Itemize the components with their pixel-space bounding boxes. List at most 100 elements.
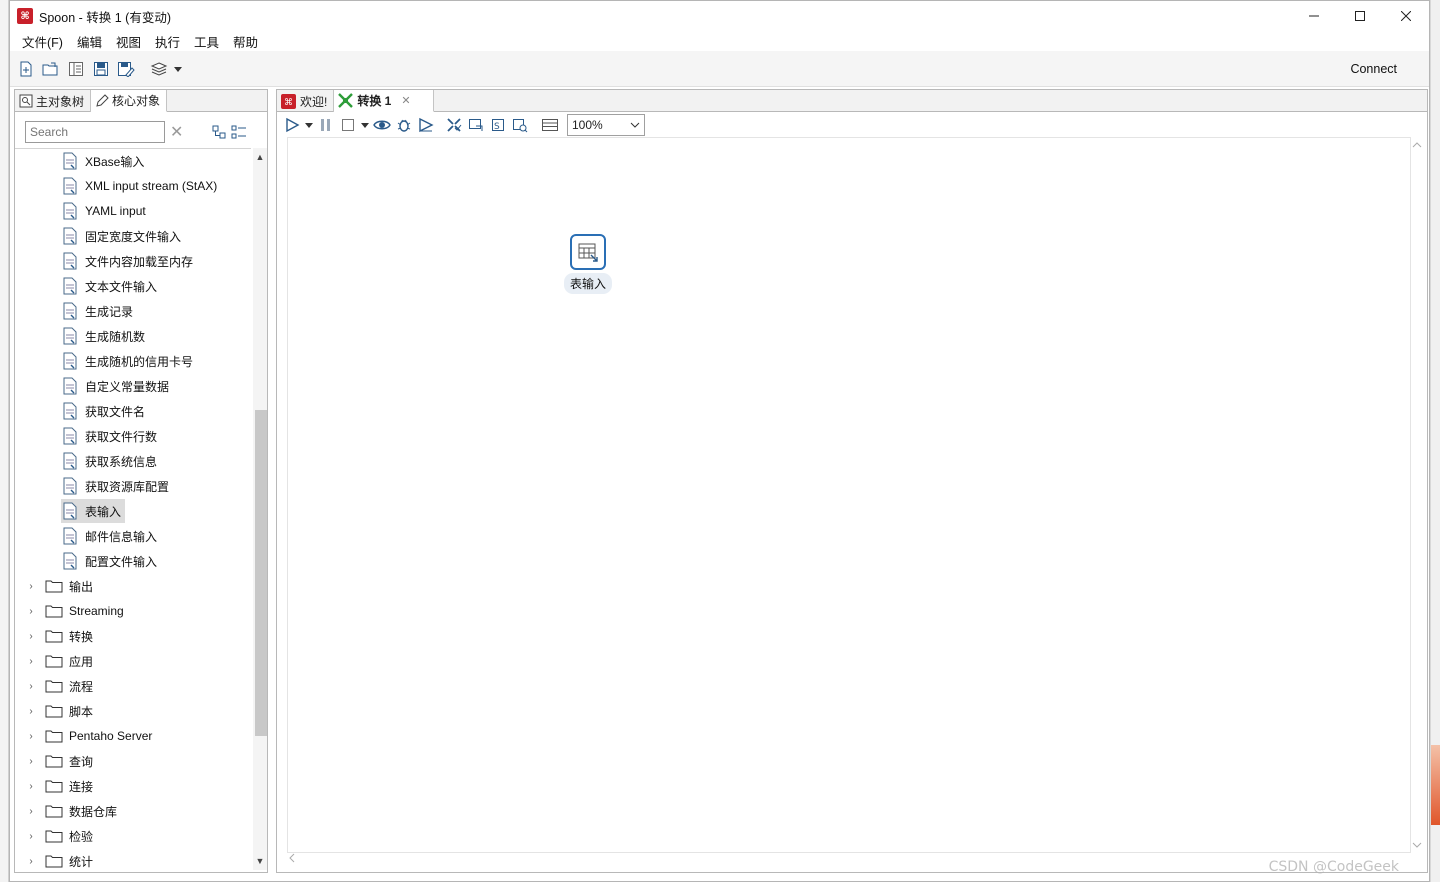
tree-item-step[interactable]: 文件内容加载至内存 [61, 249, 193, 273]
verify-button[interactable] [443, 114, 465, 136]
search-input[interactable] [25, 121, 165, 143]
chevron-right-icon[interactable]: › [25, 681, 37, 692]
canvas-vertical-scrollbar[interactable] [1411, 140, 1423, 850]
tree-item-step[interactable]: 配置文件输入 [61, 549, 157, 573]
minimize-button[interactable] [1291, 1, 1337, 31]
zoom-select[interactable]: 100% [567, 114, 645, 136]
scroll-left-icon[interactable] [287, 852, 297, 864]
tree-item-step[interactable]: 表输入 [61, 499, 126, 523]
explore-repository-button[interactable] [64, 57, 88, 81]
menu-edit[interactable]: 编辑 [70, 32, 109, 51]
step-table-input[interactable]: 表输入 [558, 234, 618, 294]
tree-item-label: 文件内容加载至内存 [85, 254, 194, 269]
tab-main-tree[interactable]: 主对象树 [15, 90, 92, 112]
save-button[interactable] [89, 57, 113, 81]
tree-folder[interactable]: › 查询 [25, 749, 93, 773]
tree-folder[interactable]: › 输出 [25, 574, 93, 598]
tab-core-objects[interactable]: 核心对象 [91, 90, 168, 112]
tree-folder[interactable]: › 检验 [25, 824, 93, 848]
tree-item-step[interactable]: 邮件信息输入 [61, 524, 157, 548]
tree-item-step[interactable]: YAML input [61, 199, 146, 223]
open-file-button[interactable] [39, 57, 63, 81]
scrollbar-thumb[interactable] [255, 410, 267, 736]
transformation-canvas[interactable]: 表输入 [287, 137, 1411, 853]
menu-tools[interactable]: 工具 [187, 32, 226, 51]
tree-folder[interactable]: › Pentaho Server [25, 724, 152, 748]
explore-db-button[interactable] [509, 114, 531, 136]
chevron-right-icon[interactable]: › [25, 606, 37, 617]
stop-options-dropdown[interactable] [359, 114, 371, 136]
run-options-dropdown[interactable] [303, 114, 315, 136]
tree-item-step[interactable]: 固定宽度文件输入 [61, 224, 181, 248]
expand-all-icon[interactable] [211, 124, 227, 140]
preview-button[interactable] [371, 114, 393, 136]
scroll-up-icon[interactable] [1411, 140, 1423, 150]
scroll-down-icon[interactable]: ▼ [253, 854, 267, 868]
tree-folder[interactable]: › 转换 [25, 624, 93, 648]
run-button[interactable] [281, 114, 303, 136]
chevron-right-icon[interactable]: › [25, 856, 37, 867]
folder-icon [45, 654, 63, 668]
collapse-all-icon[interactable] [231, 124, 247, 140]
show-results-button[interactable] [539, 114, 561, 136]
connect-button[interactable]: Connect [1350, 62, 1397, 76]
tree-folder[interactable]: › 连接 [25, 774, 93, 798]
tree-item-step[interactable]: 生成记录 [61, 299, 133, 323]
close-tab-icon[interactable]: ✕ [401, 94, 410, 107]
tree-folder[interactable]: › 流程 [25, 674, 93, 698]
tree-item-step[interactable]: 获取系统信息 [61, 449, 157, 473]
tree-item-step[interactable]: 自定义常量数据 [61, 374, 169, 398]
tree-folder[interactable]: › 统计 [25, 849, 93, 870]
tree-folder[interactable]: › 数据仓库 [25, 799, 117, 823]
tree-item-step[interactable]: 获取文件行数 [61, 424, 157, 448]
tree-item-step[interactable]: XBase输入 [61, 149, 144, 173]
tab-transformation-1[interactable]: 转换 1 ✕ [334, 90, 434, 112]
impact-button[interactable] [465, 114, 487, 136]
main-toolbar: Connect [10, 51, 1429, 87]
tree-item-step[interactable]: 文本文件输入 [61, 274, 157, 298]
sql-button[interactable]: S [487, 114, 509, 136]
new-file-button[interactable] [14, 57, 38, 81]
tree-folder-label: 检验 [69, 829, 94, 844]
tree-folder[interactable]: › 脚本 [25, 699, 93, 723]
chevron-right-icon[interactable]: › [25, 706, 37, 717]
watermark: CSDN @CodeGeek [1268, 859, 1399, 875]
chevron-right-icon[interactable]: › [25, 831, 37, 842]
stop-button[interactable] [337, 114, 359, 136]
pause-button[interactable] [315, 114, 337, 136]
tree-folder[interactable]: › 应用 [25, 649, 93, 673]
chevron-right-icon[interactable]: › [25, 756, 37, 767]
transformation-toolbar: S 100% [277, 113, 1427, 137]
menu-file[interactable]: 文件(F) [15, 32, 70, 51]
folder-icon [45, 729, 63, 743]
close-button[interactable] [1383, 1, 1429, 31]
tree-item-step[interactable]: 获取文件名 [61, 399, 145, 423]
tree-folder[interactable]: › Streaming [25, 599, 123, 623]
menu-help[interactable]: 帮助 [226, 32, 265, 51]
clear-search-icon[interactable]: ✕ [170, 122, 183, 142]
chevron-right-icon[interactable]: › [25, 656, 37, 667]
tree-item-step[interactable]: XML input stream (StAX) [61, 174, 217, 198]
chevron-right-icon[interactable]: › [25, 581, 37, 592]
chevron-right-icon[interactable]: › [25, 731, 37, 742]
scroll-up-icon[interactable]: ▲ [253, 150, 267, 164]
left-panel-scrollbar[interactable]: ▲ ▼ [253, 148, 267, 870]
menu-view[interactable]: 视图 [109, 32, 148, 51]
chevron-right-icon[interactable]: › [25, 631, 37, 642]
chevron-right-icon[interactable]: › [25, 781, 37, 792]
maximize-button[interactable] [1337, 1, 1383, 31]
menu-run[interactable]: 执行 [148, 32, 187, 51]
tab-welcome[interactable]: ⌘ 欢迎! [277, 90, 335, 112]
scroll-down-icon[interactable] [1411, 840, 1423, 850]
perspective-button[interactable] [149, 57, 183, 81]
debug-button[interactable] [393, 114, 415, 136]
text-file-input-icon [61, 277, 79, 295]
save-as-button[interactable] [114, 57, 138, 81]
table-input-icon[interactable] [570, 234, 606, 270]
tree-item-step[interactable]: 生成随机数 [61, 324, 145, 348]
tree-item-step[interactable]: 生成随机的信用卡号 [61, 349, 193, 373]
canvas-horizontal-scrollbar[interactable] [287, 852, 1411, 866]
replay-button[interactable] [415, 114, 437, 136]
chevron-right-icon[interactable]: › [25, 806, 37, 817]
tree-item-step[interactable]: 获取资源库配置 [61, 474, 169, 498]
